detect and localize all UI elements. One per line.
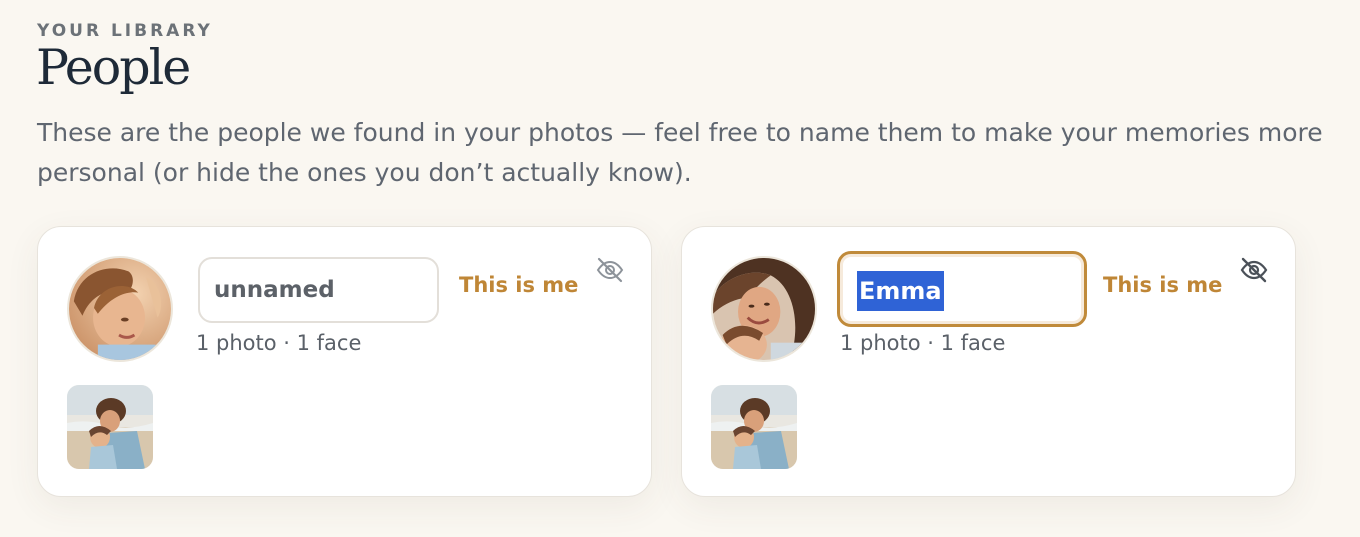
person-card: This is me 1 photo · 1 face [37, 226, 652, 497]
person-stats: 1 photo · 1 face [840, 331, 1006, 355]
beach-photo [67, 385, 153, 469]
person-card: Emma This is me 1 photo · 1 face [681, 226, 1296, 497]
person-avatar[interactable] [711, 256, 817, 362]
this-is-me-button[interactable]: This is me [1103, 273, 1222, 297]
this-is-me-button[interactable]: This is me [459, 273, 578, 297]
photo-thumbnail[interactable] [711, 385, 797, 469]
person-name-input[interactable] [837, 251, 1087, 327]
photo-thumbnail[interactable] [67, 385, 153, 469]
page-description: These are the people we found in your ph… [37, 118, 1323, 187]
person-stats: 1 photo · 1 face [196, 331, 362, 355]
page-title: People [36, 39, 191, 96]
eye-off-icon[interactable] [595, 255, 625, 285]
child-face-photo [69, 258, 171, 360]
mother-child-face-photo [713, 258, 815, 360]
eye-off-icon[interactable] [1239, 255, 1269, 285]
person-name-input[interactable] [198, 257, 439, 323]
beach-photo [711, 385, 797, 469]
person-avatar[interactable] [67, 256, 173, 362]
